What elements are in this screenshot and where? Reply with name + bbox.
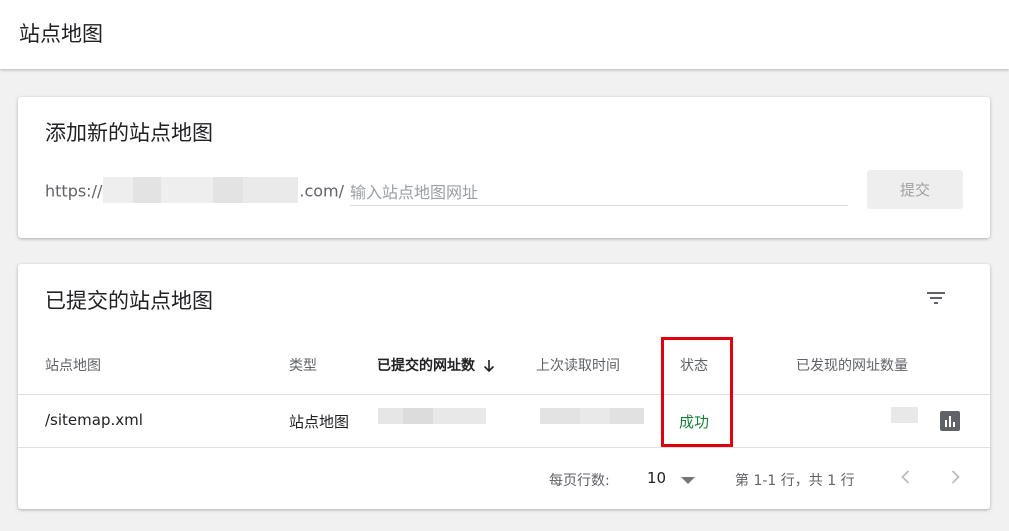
row-divider <box>18 447 990 448</box>
page-title: 站点地图 <box>19 22 103 46</box>
add-sitemap-title: 添加新的站点地图 <box>45 121 213 145</box>
row-sitemap[interactable]: /sitemap.xml <box>45 411 143 429</box>
dropdown-caret-icon[interactable] <box>681 477 695 484</box>
submitted-sitemaps-card: 已提交的站点地图 站点地图 类型 已提交的网址数 上次读取时间 状态 已发现的网… <box>18 264 990 509</box>
redacted-domain <box>103 177 299 203</box>
row-type: 站点地图 <box>289 413 350 431</box>
column-header-discovered-urls[interactable]: 已发现的网址数量 <box>796 355 908 375</box>
column-header-submitted-urls-label: 已提交的网址数 <box>377 358 475 374</box>
column-header-last-read[interactable]: 上次读取时间 <box>536 355 620 375</box>
chart-icon[interactable] <box>940 411 960 431</box>
chevron-left-icon[interactable] <box>896 467 916 487</box>
sort-down-arrow-icon <box>483 360 495 373</box>
filter-icon[interactable] <box>924 286 948 310</box>
sitemap-url-input[interactable] <box>350 179 848 206</box>
column-header-type[interactable]: 类型 <box>289 355 317 375</box>
url-prefix-start: https:// <box>45 181 103 201</box>
status-highlight-box <box>661 337 733 447</box>
redacted-submitted-count <box>378 408 486 424</box>
chevron-right-icon[interactable] <box>945 467 965 487</box>
rows-per-page-label: 每页行数: <box>549 473 610 489</box>
pagination-range: 第 1-1 行，共 1 行 <box>735 473 855 489</box>
redacted-discovered-count <box>891 407 918 423</box>
submit-button[interactable]: 提交 <box>867 170 963 209</box>
column-header-sitemap[interactable]: 站点地图 <box>45 355 101 375</box>
add-sitemap-card: 添加新的站点地图 https:// .com/ 提交 <box>18 97 990 238</box>
column-header-submitted-urls[interactable]: 已提交的网址数 <box>377 355 495 375</box>
url-prefix-end: .com/ <box>299 181 345 201</box>
redacted-last-read <box>540 408 644 424</box>
header-divider <box>18 394 990 395</box>
url-prefix: https:// .com/ <box>45 177 345 205</box>
rows-per-page-select[interactable]: 10 <box>647 469 666 487</box>
top-bar: 站点地图 <box>0 0 1009 69</box>
submitted-sitemaps-title: 已提交的站点地图 <box>45 289 213 313</box>
